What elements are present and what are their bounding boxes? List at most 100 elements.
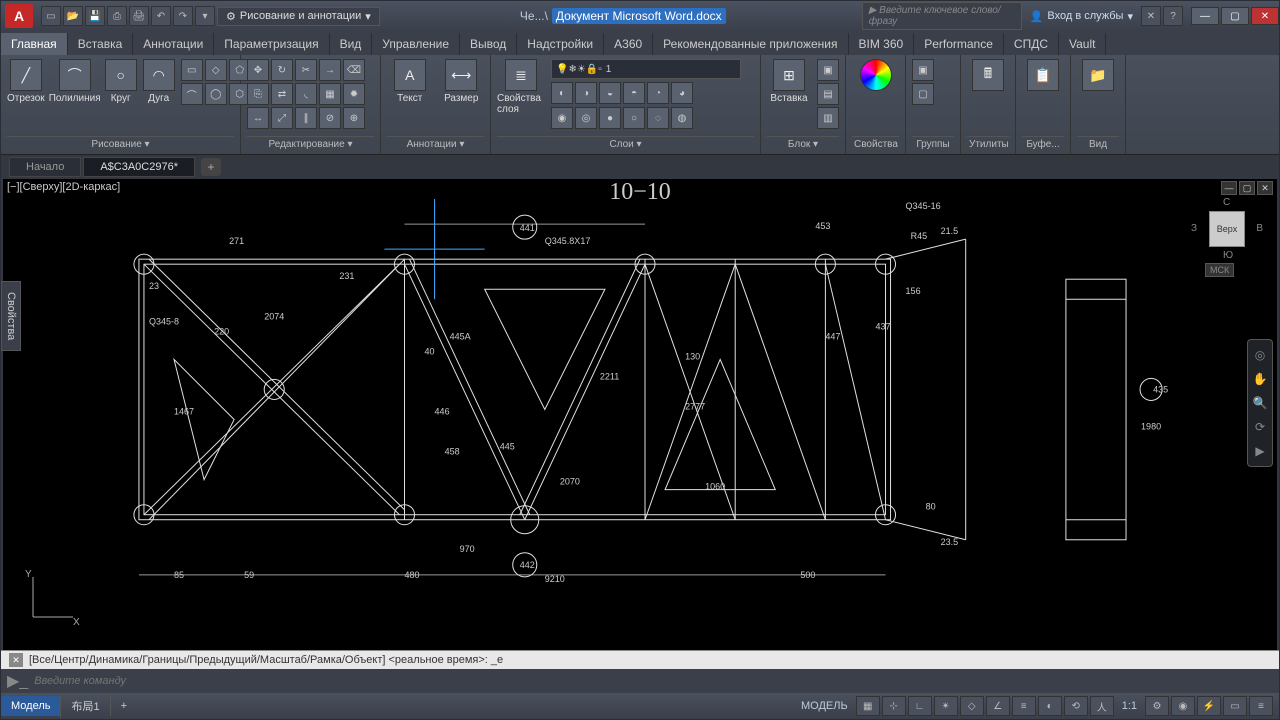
- ungroup-icon[interactable]: ▢: [912, 83, 934, 105]
- qat-dropdown-icon[interactable]: ▾: [195, 6, 215, 26]
- ribbon-tab-2[interactable]: Аннотации: [133, 33, 214, 55]
- layer-tool-icon[interactable]: ◒: [599, 82, 621, 104]
- erase-icon[interactable]: ⌫: [343, 59, 365, 81]
- annoscale-icon[interactable]: 人: [1090, 696, 1114, 716]
- panel-modify-label[interactable]: Редактирование ▾: [247, 136, 374, 152]
- move-icon[interactable]: ✥: [247, 59, 269, 81]
- layer-dropdown[interactable]: 💡❄☀🔒▫ 1: [551, 59, 741, 79]
- join-icon[interactable]: ⊕: [343, 107, 365, 129]
- layer-properties-button[interactable]: ≣Свойства слоя: [497, 59, 545, 115]
- minimize-button[interactable]: —: [1191, 7, 1219, 25]
- tool-Размер[interactable]: ⟷Размер: [439, 59, 485, 104]
- offset-icon[interactable]: ∥: [295, 107, 317, 129]
- tool-Полилиния[interactable]: ⌒Полилиния: [51, 59, 99, 104]
- qat-save-icon[interactable]: 💾: [85, 6, 105, 26]
- ribbon-tab-8[interactable]: A360: [604, 33, 653, 55]
- ribbon-tab-12[interactable]: СПДС: [1004, 33, 1059, 55]
- qat-open-icon[interactable]: 📂: [63, 6, 83, 26]
- ribbon-tab-1[interactable]: Вставка: [68, 33, 134, 55]
- ribbon-tab-10[interactable]: BIM 360: [849, 33, 915, 55]
- ribbon-tab-4[interactable]: Вид: [330, 33, 373, 55]
- viewcube-face[interactable]: Верх: [1209, 211, 1245, 247]
- layer-tool-icon[interactable]: ◔: [647, 82, 669, 104]
- extend-icon[interactable]: →: [319, 59, 341, 81]
- layer-tool-icon[interactable]: ◎: [575, 107, 597, 129]
- close-history-icon[interactable]: ✕: [9, 653, 23, 667]
- doc-tab[interactable]: Начало: [9, 157, 81, 177]
- doc-tab[interactable]: A$C3A0C2976*: [83, 157, 195, 177]
- block-icon[interactable]: ▣: [817, 59, 839, 81]
- panel-layers-label[interactable]: Слои ▾: [497, 136, 754, 152]
- panel-annot-label[interactable]: Аннотации ▾: [387, 136, 484, 152]
- exchange-icon[interactable]: ✕: [1141, 6, 1161, 26]
- help-icon[interactable]: ?: [1163, 6, 1183, 26]
- qat-new-icon[interactable]: ▭: [41, 6, 61, 26]
- lineweight-icon[interactable]: ≡: [1012, 696, 1036, 716]
- signin-menu[interactable]: 👤 Вход в службы ▾: [1024, 10, 1139, 23]
- qat-redo-icon[interactable]: ↷: [173, 6, 193, 26]
- layer-tool-icon[interactable]: ◓: [623, 82, 645, 104]
- trim-icon[interactable]: ✂: [295, 59, 317, 81]
- ribbon-tab-11[interactable]: Performance: [914, 33, 1004, 55]
- ribbon-tab-6[interactable]: Вывод: [460, 33, 517, 55]
- array-icon[interactable]: ▦: [319, 83, 341, 105]
- block-icon[interactable]: ▥: [817, 107, 839, 129]
- fillet-icon[interactable]: ◟: [295, 83, 317, 105]
- coordsys-label[interactable]: МСК: [1205, 263, 1234, 277]
- insert-block-button[interactable]: ⊞Вставка: [767, 59, 811, 104]
- polar-icon[interactable]: ✴: [934, 696, 958, 716]
- layer-tool-icon[interactable]: ◕: [671, 82, 693, 104]
- view-cube[interactable]: С Ю З В Верх МСК: [1197, 199, 1257, 259]
- layer-tool-icon[interactable]: ◌: [647, 107, 669, 129]
- snap-icon[interactable]: ⊹: [882, 696, 906, 716]
- qat-saveas-icon[interactable]: ⎙: [107, 6, 127, 26]
- command-input[interactable]: [34, 675, 1273, 687]
- clean-screen-icon[interactable]: ▭: [1223, 696, 1247, 716]
- viewport-max-icon[interactable]: ▢: [1239, 181, 1255, 195]
- grid-icon[interactable]: ▦: [856, 696, 880, 716]
- workspace-dropdown[interactable]: ⚙ Рисование и аннотации ▾: [217, 7, 380, 26]
- isolate-icon[interactable]: ◉: [1171, 696, 1195, 716]
- view-button[interactable]: 📁: [1077, 59, 1119, 91]
- close-button[interactable]: ✕: [1251, 7, 1279, 25]
- properties-button[interactable]: [852, 59, 899, 91]
- layer-tool-icon[interactable]: ◍: [671, 107, 693, 129]
- add-tab-button[interactable]: +: [201, 158, 221, 176]
- layer-tool-icon[interactable]: ○: [623, 107, 645, 129]
- command-line[interactable]: ▶_: [1, 669, 1279, 693]
- properties-palette-tab[interactable]: Свойства: [1, 281, 21, 351]
- customize-icon[interactable]: ≡: [1249, 696, 1273, 716]
- transparency-icon[interactable]: ◐: [1038, 696, 1062, 716]
- ribbon-tab-3[interactable]: Параметризация: [214, 33, 329, 55]
- model-tab[interactable]: Модель: [1, 696, 60, 716]
- block-icon[interactable]: ▤: [817, 83, 839, 105]
- group-icon[interactable]: ▣: [912, 59, 934, 81]
- viewport-close-icon[interactable]: ✕: [1257, 181, 1273, 195]
- layer-tool-icon[interactable]: ◑: [575, 82, 597, 104]
- tool-Дуга[interactable]: ◠Дуга: [143, 59, 175, 104]
- cycling-icon[interactable]: ⟲: [1064, 696, 1088, 716]
- ribbon-tab-13[interactable]: Vault: [1059, 33, 1106, 55]
- layer-tool-icon[interactable]: ◉: [551, 107, 573, 129]
- settings-icon[interactable]: ⚙: [1145, 696, 1169, 716]
- layout-tab[interactable]: 布局1: [60, 694, 109, 718]
- scale-icon[interactable]: ⤢: [271, 107, 293, 129]
- rotate-icon[interactable]: ↻: [271, 59, 293, 81]
- explode-icon[interactable]: ✹: [343, 83, 365, 105]
- qat-plot-icon[interactable]: 🖨: [129, 6, 149, 26]
- hardware-icon[interactable]: ⚡: [1197, 696, 1221, 716]
- ribbon-tab-7[interactable]: Надстройки: [517, 33, 604, 55]
- stretch-icon[interactable]: ↔: [247, 107, 269, 129]
- draw-sm-icon[interactable]: ◯: [205, 83, 227, 105]
- ribbon-tab-0[interactable]: Главная: [1, 33, 68, 55]
- panel-block-label[interactable]: Блок ▾: [767, 136, 839, 152]
- osnap-icon[interactable]: ◇: [960, 696, 984, 716]
- tool-Круг[interactable]: ○Круг: [105, 59, 137, 104]
- draw-sm-icon[interactable]: ⌒: [181, 83, 203, 105]
- utilities-button[interactable]: 🖩: [967, 59, 1009, 91]
- copy-icon[interactable]: ⎘: [247, 83, 269, 105]
- panel-draw-label[interactable]: Рисование ▾: [7, 136, 234, 152]
- add-layout-button[interactable]: +: [110, 696, 137, 716]
- ribbon-tab-9[interactable]: Рекомендованные приложения: [653, 33, 848, 55]
- drawing-canvas[interactable]: [−][Сверху][2D-каркас] —▢✕ 10−10 С Ю З В…: [3, 179, 1277, 650]
